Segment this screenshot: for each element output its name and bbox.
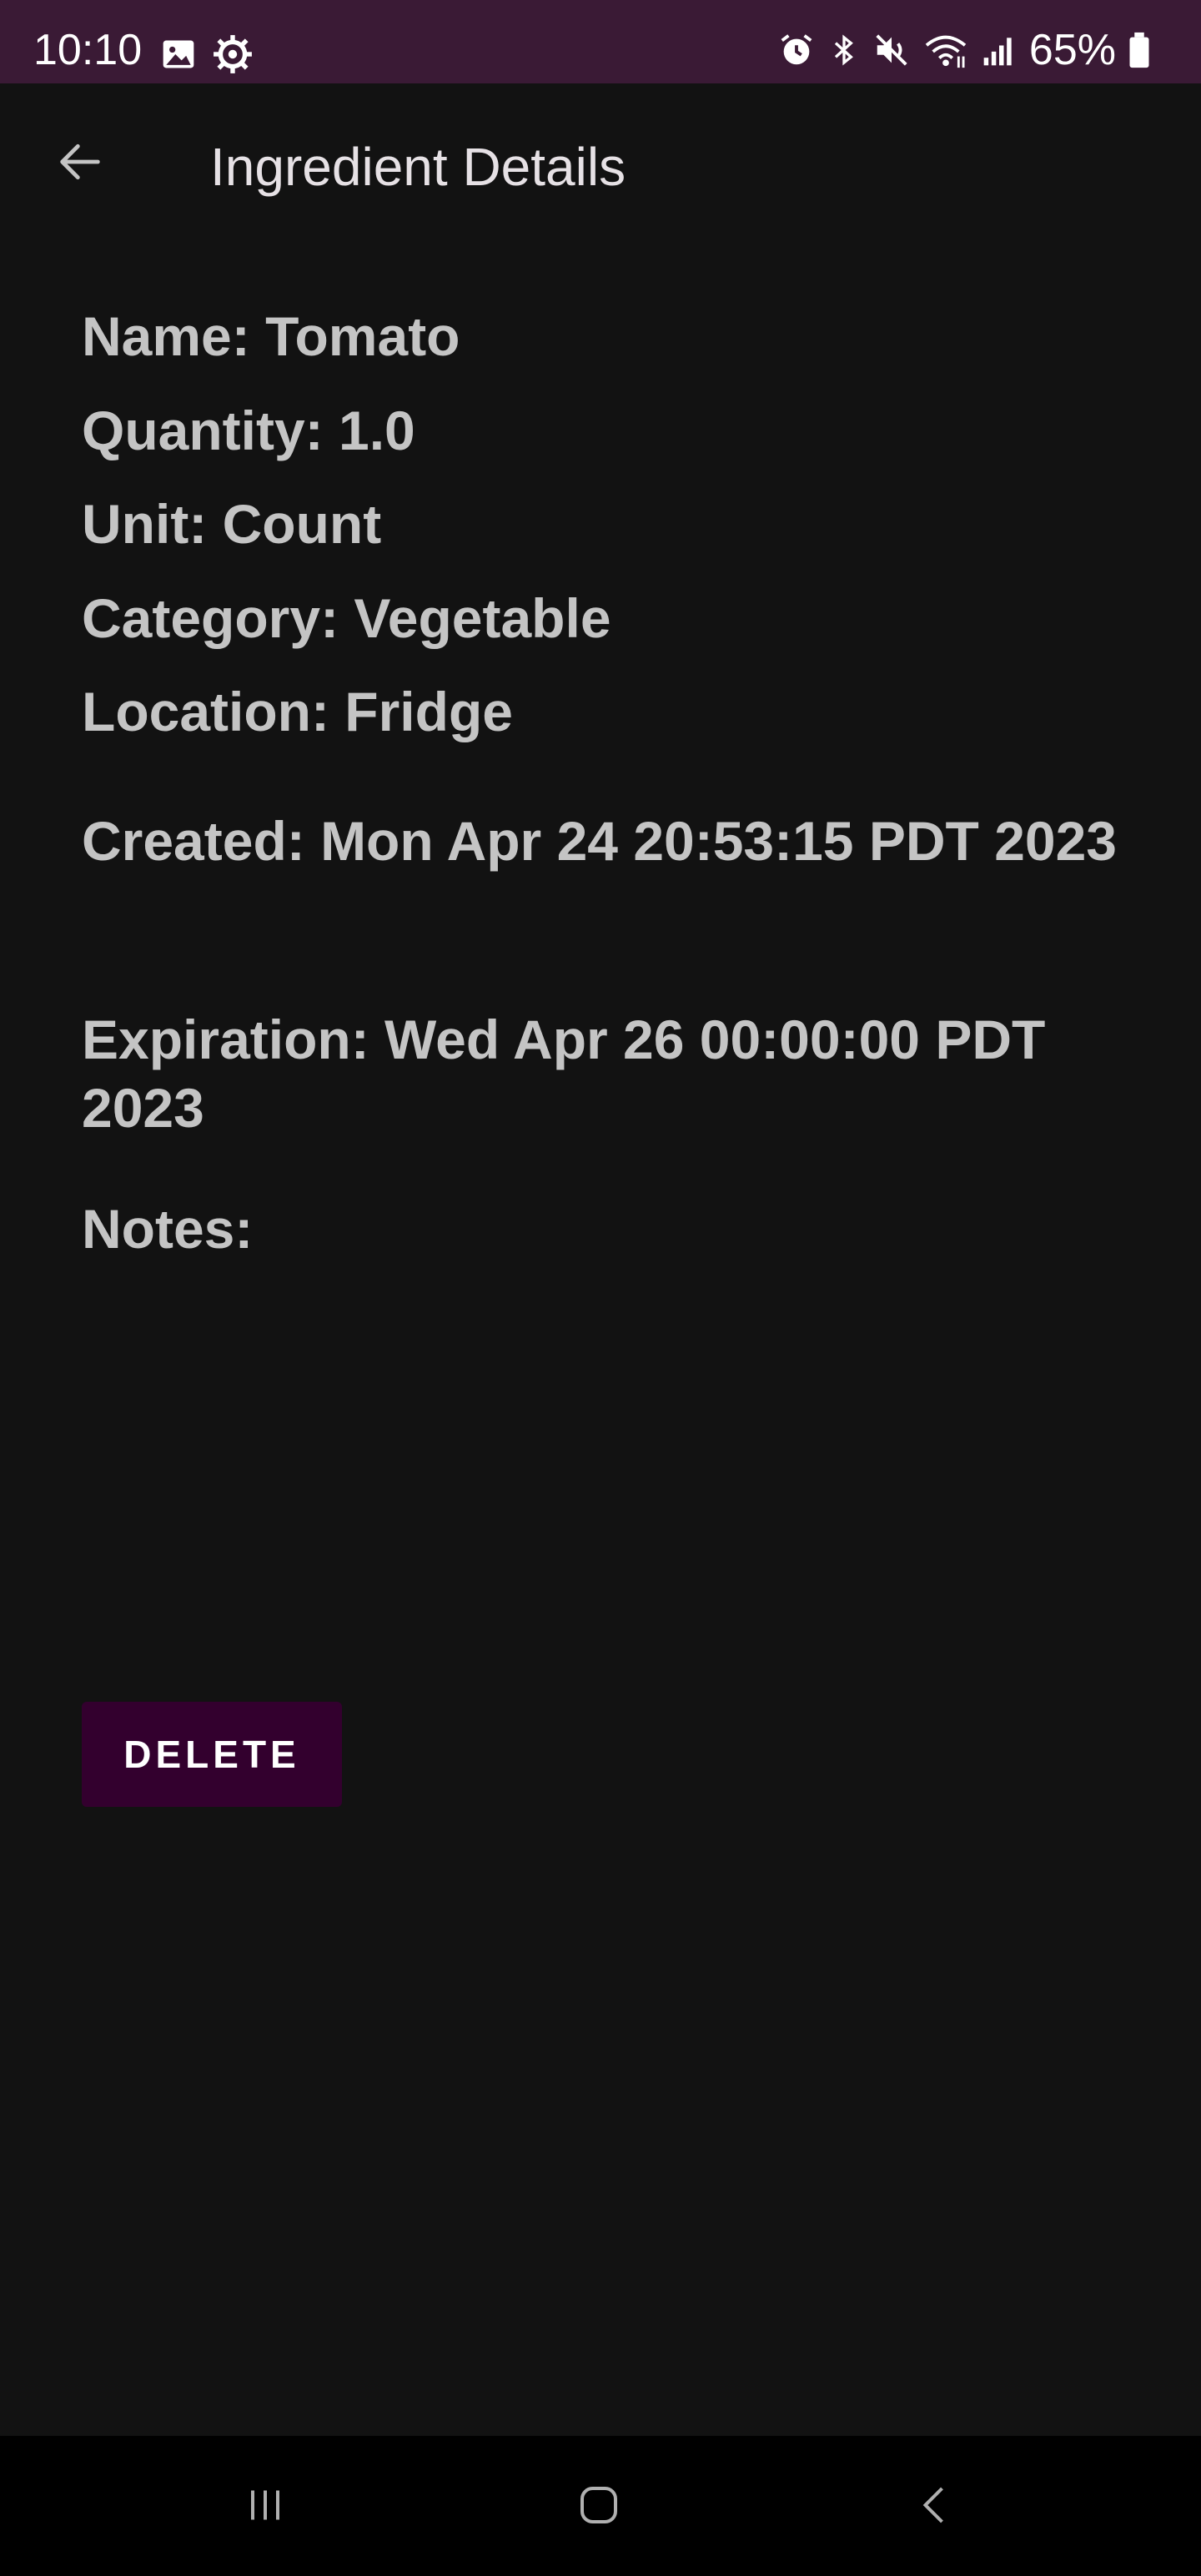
location-field: Location: Fridge (82, 681, 513, 742)
unit-field: Unit: Count (82, 493, 382, 555)
battery-percent: 65% (1028, 26, 1116, 74)
status-right-icons: 65% (777, 25, 1151, 75)
app-bar: Ingredient Details (0, 83, 1201, 250)
chevron-left-icon (911, 2480, 961, 2534)
arrow-back-icon (53, 135, 107, 193)
notes-field: Notes: (82, 1198, 254, 1260)
status-time: 10:10 (33, 26, 143, 74)
name-field: Name: Tomato (82, 305, 460, 367)
navigation-bar (0, 2436, 1201, 2576)
nav-back-button[interactable] (894, 2469, 977, 2544)
page-title: Ingredient Details (210, 137, 626, 197)
recents-button[interactable] (224, 2469, 307, 2544)
image-icon (160, 36, 197, 73)
category-field: Category: Vegetable (82, 587, 611, 649)
quantity-field: Quantity: 1.0 (82, 400, 415, 461)
status-bar: 10:10 65% (0, 0, 1201, 83)
settings-gear-icon (212, 33, 254, 75)
delete-button[interactable]: DELETE (82, 1702, 342, 1807)
back-button[interactable] (47, 130, 113, 197)
bluetooth-icon (827, 31, 861, 69)
alarm-icon (777, 31, 816, 69)
home-icon (574, 2480, 624, 2534)
screen: 10:10 65% Ingredient Details Name: Tomat… (0, 0, 1201, 2576)
status-left-icons (160, 33, 254, 75)
mute-icon (872, 31, 911, 69)
expiration-field: Expiration: Wed Apr 26 00:00:00 PDT 2023 (82, 1009, 1046, 1139)
created-field: Created: Mon Apr 24 20:53:15 PDT 2023 (82, 810, 1118, 872)
home-button[interactable] (557, 2469, 641, 2544)
signal-icon (981, 31, 1018, 69)
recents-icon (240, 2480, 290, 2534)
wifi-icon (922, 31, 969, 69)
battery-icon (1128, 31, 1151, 69)
